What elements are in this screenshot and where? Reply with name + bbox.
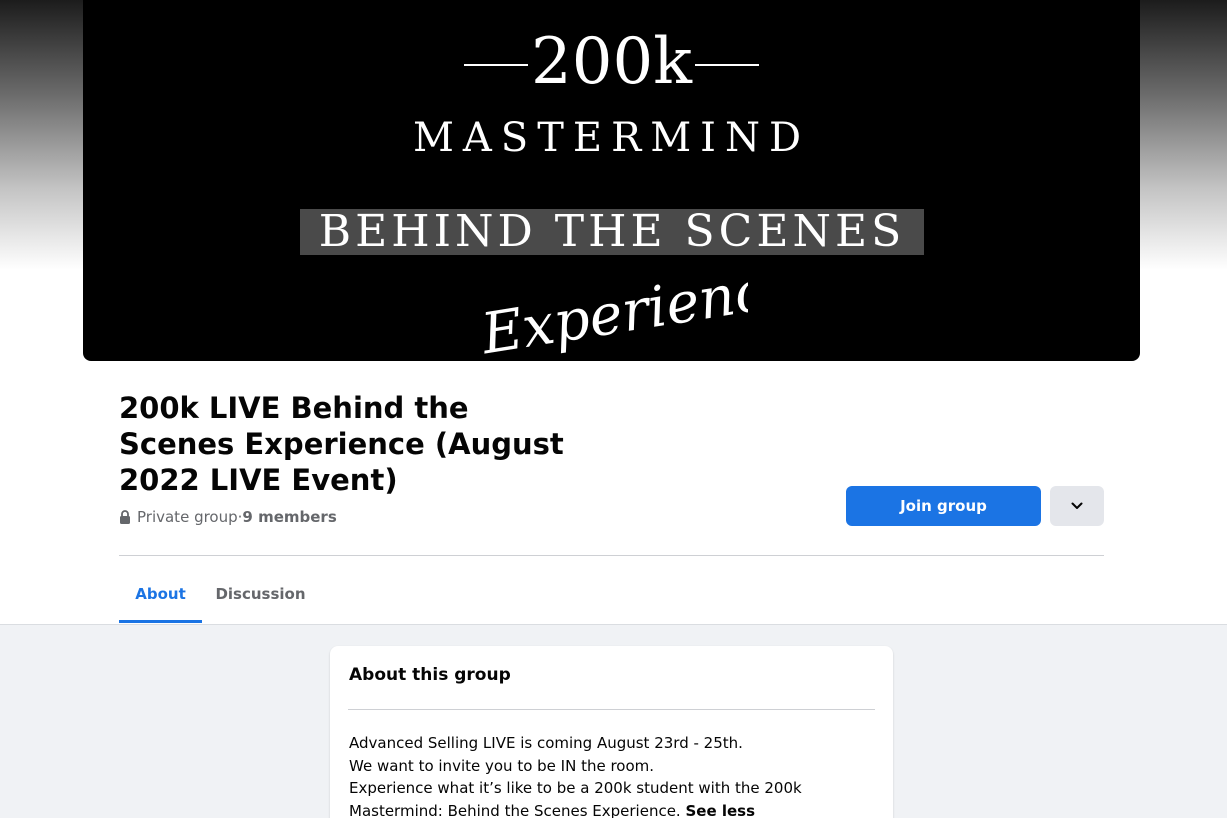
cover-title-200k: 200k: [531, 25, 692, 99]
cover-script-experience: Experience: [478, 265, 748, 355]
more-options-button[interactable]: [1050, 486, 1104, 526]
about-line-text: Mastermind: Behind the Scenes Experience…: [349, 801, 681, 818]
about-line: Experience what it’s like to be a 200k s…: [349, 779, 802, 797]
about-line-last: Mastermind: Behind the Scenes Experience…: [349, 800, 874, 818]
group-meta: Private group · 9 members: [119, 506, 337, 528]
about-description: Advanced Selling LIVE is coming August 2…: [349, 732, 874, 818]
cover-script-text: Experience: [478, 265, 748, 355]
privacy-label: Private group: [137, 508, 238, 526]
chevron-down-icon: [1071, 502, 1083, 509]
tab-discussion[interactable]: Discussion: [210, 565, 311, 623]
active-tab-indicator: [119, 620, 202, 623]
lock-icon: [120, 510, 130, 524]
cover-title-mastermind: MASTERMIND: [412, 115, 811, 161]
members-count[interactable]: 9 members: [242, 508, 336, 526]
cover-photo[interactable]: 200k MASTERMIND BEHIND THE SCENES Experi…: [83, 0, 1140, 361]
header-divider: [119, 555, 1104, 556]
about-divider: [348, 709, 875, 710]
tab-about[interactable]: About: [119, 565, 202, 623]
cover-dash-right: [695, 64, 759, 66]
about-card: About this group Advanced Selling LIVE i…: [330, 646, 893, 818]
about-line: Advanced Selling LIVE is coming August 2…: [349, 734, 743, 752]
cover-title-behind-the-scenes: BEHIND THE SCENES: [300, 209, 924, 255]
page-title: 200k LIVE Behind the Scenes Experience (…: [119, 391, 564, 497]
header-bottom-border: [0, 624, 1227, 625]
join-group-button[interactable]: Join group: [846, 486, 1041, 526]
about-heading: About this group: [349, 665, 511, 685]
see-less-link[interactable]: See less: [685, 802, 755, 818]
about-line: We want to invite you to be IN the room.: [349, 756, 655, 775]
group-header: 200k MASTERMIND BEHIND THE SCENES Experi…: [0, 0, 1227, 625]
